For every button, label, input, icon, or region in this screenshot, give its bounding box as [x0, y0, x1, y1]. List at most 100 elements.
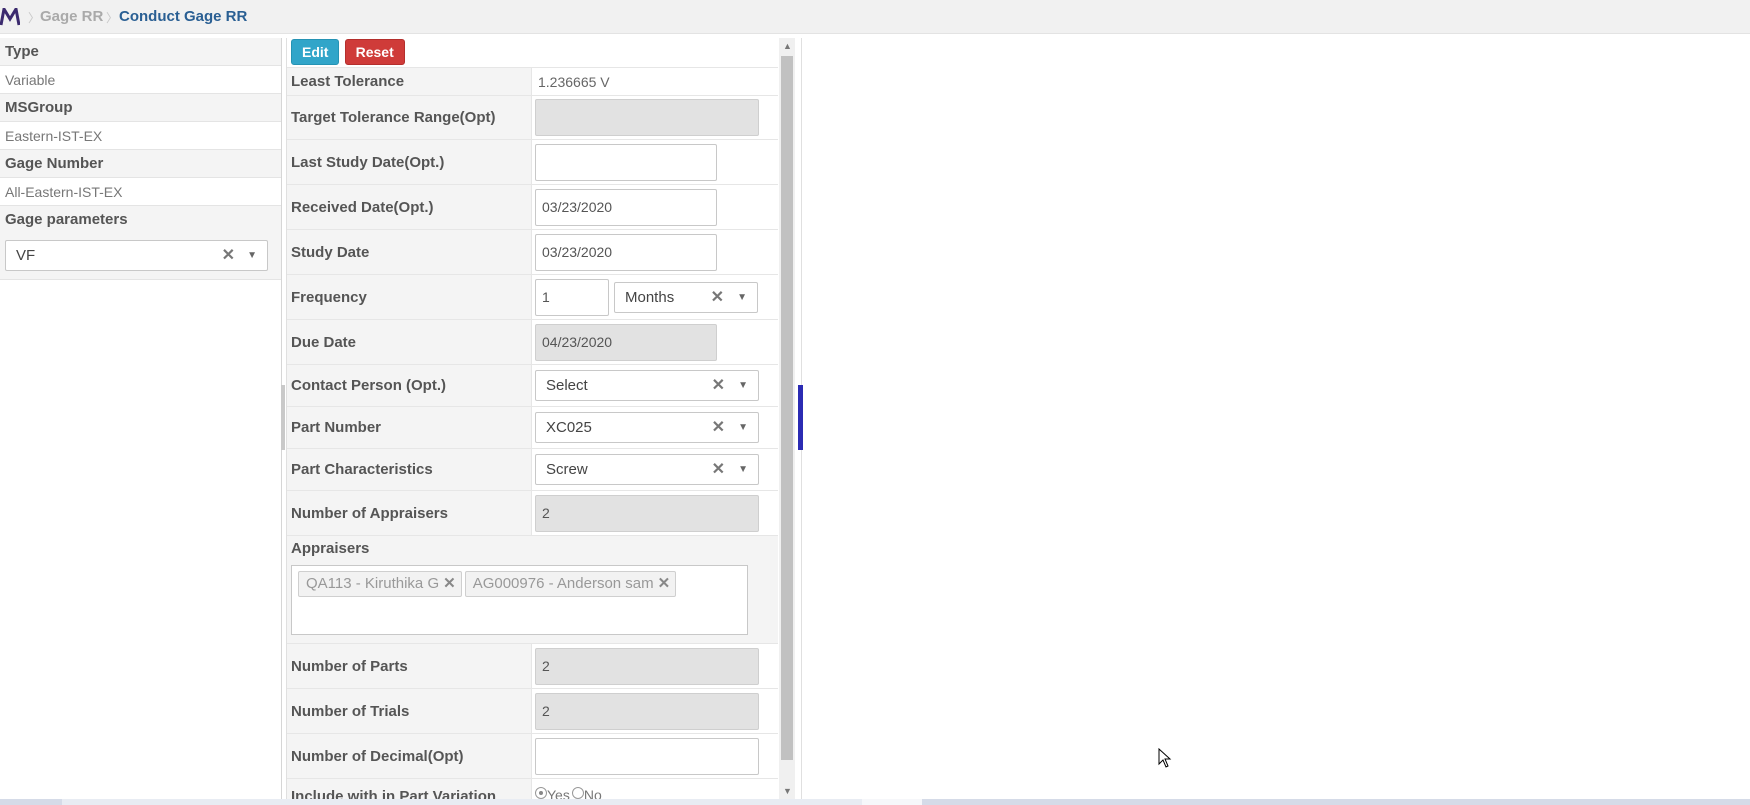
close-icon[interactable]: ✕ [658, 575, 671, 592]
contact-person-value: Select [546, 377, 588, 394]
last-study-date-field[interactable] [535, 143, 717, 181]
part-characteristics-label: Part Characteristics [287, 449, 532, 490]
form-scrollbar[interactable]: ▲ ▼ [779, 38, 795, 800]
breadcrumb-gage-rr[interactable]: Gage RR [40, 8, 103, 25]
study-date-row: Study Date 03/23/2020 [287, 229, 778, 274]
msgroup-label: MSGroup [0, 94, 281, 122]
panel-splitter-right[interactable] [798, 385, 803, 450]
close-icon[interactable]: ✕ [222, 241, 235, 270]
contact-person-select[interactable]: Select ✕ ▼ [535, 370, 759, 401]
type-value: Variable [0, 66, 281, 94]
app-logo[interactable] [0, 8, 20, 26]
part-number-select[interactable]: XC025 ✕ ▼ [535, 412, 759, 443]
contact-person-label: Contact Person (Opt.) [287, 365, 532, 406]
part-number-label: Part Number [287, 407, 532, 448]
horizontal-scrollbar[interactable] [0, 799, 1750, 805]
part-characteristics-row: Part Characteristics Screw ✕ ▼ [287, 448, 778, 490]
include-part-variation-row: Include with in Part Variation Yes No [287, 778, 778, 800]
due-date-field[interactable]: 04/23/2020 [535, 323, 717, 361]
appraiser-tag: QA113 - Kiruthika G ✕ [298, 571, 462, 597]
appraiser-tag-label: QA113 - Kiruthika G [306, 575, 440, 592]
gage-number-value: All-Eastern-IST-EX [0, 178, 281, 206]
close-icon[interactable]: ✕ [712, 413, 725, 442]
horizontal-scrollbar-thumb[interactable] [862, 799, 922, 805]
horizontal-scrollbar-track[interactable] [62, 799, 862, 805]
received-date-row: Received Date(Opt.) 03/23/2020 [287, 184, 778, 229]
appraisers-multiselect[interactable]: QA113 - Kiruthika G ✕ AG000976 - Anderson … [291, 565, 748, 635]
frequency-unit-select[interactable]: Months ✕ ▼ [614, 281, 758, 313]
study-date-field[interactable]: 03/23/2020 [535, 233, 717, 271]
appraiser-tag-label: AG000976 - Anderson sam [472, 575, 654, 592]
chevron-down-icon[interactable]: ▼ [247, 241, 257, 270]
number-of-appraisers-label: Number of Appraisers [287, 491, 532, 535]
due-date-row: Due Date 04/23/2020 [287, 319, 778, 364]
close-icon[interactable]: ✕ [712, 455, 725, 484]
number-of-appraisers-row: Number of Appraisers 2 [287, 490, 778, 535]
frequency-unit-value: Months [625, 288, 675, 306]
number-of-parts-label: Number of Parts [287, 644, 532, 688]
appraisers-container: QA113 - Kiruthika G ✕ AG000976 - Anderson … [287, 561, 778, 643]
number-of-decimal-row: Number of Decimal(Opt) [287, 733, 778, 778]
number-of-parts-row: Number of Parts 2 [287, 643, 778, 688]
breadcrumb-conduct-gage-rr: Conduct Gage RR [119, 8, 248, 25]
include-part-variation-label: Include with in Part Variation [287, 779, 532, 800]
least-tolerance-label: Least Tolerance [287, 68, 532, 95]
appraisers-label: Appraisers [287, 535, 778, 561]
least-tolerance-row: Least Tolerance 1.236665 V [287, 67, 778, 95]
number-of-trials-field[interactable]: 2 [535, 692, 759, 730]
least-tolerance-value: 1.236665 V [538, 73, 610, 90]
scrollbar-thumb[interactable] [781, 56, 793, 760]
breadcrumb-separator: 〉 [106, 11, 119, 25]
msgroup-value: Eastern-IST-EX [0, 122, 281, 150]
yes-radio[interactable] [535, 787, 547, 799]
part-characteristics-value: Screw [546, 461, 588, 478]
close-icon[interactable]: ✕ [712, 371, 725, 400]
target-tolerance-row: Target Tolerance Range(Opt) [287, 95, 778, 139]
contact-person-row: Contact Person (Opt.) Select ✕ ▼ [287, 364, 778, 406]
no-radio[interactable] [571, 787, 584, 799]
gage-parameters-label: Gage parameters [0, 206, 281, 234]
gage-parameters-container: VF ✕ ▼ [0, 234, 281, 280]
chevron-down-icon[interactable]: ▼ [738, 413, 748, 442]
breadcrumb-separator: 〉 [28, 11, 41, 25]
gage-parameters-value: VF [16, 247, 36, 264]
number-of-appraisers-field[interactable]: 2 [535, 494, 759, 532]
form-panel: Edit Reset Least Tolerance 1.236665 V Ta… [286, 38, 778, 800]
mouse-pointer-icon [1158, 748, 1172, 768]
number-of-parts-field[interactable]: 2 [535, 647, 759, 685]
appraiser-tag: AG000976 - Anderson sam ✕ [464, 571, 677, 597]
received-date-field[interactable]: 03/23/2020 [535, 188, 717, 226]
panel-splitter-left[interactable] [281, 385, 285, 450]
due-date-label: Due Date [287, 320, 532, 364]
type-label: Type [0, 38, 281, 66]
top-bar: 〉 Gage RR 〉 Conduct Gage RR [0, 0, 1750, 34]
chevron-down-icon[interactable]: ▼ [738, 455, 748, 484]
study-date-label: Study Date [287, 230, 532, 274]
target-tolerance-label: Target Tolerance Range(Opt) [287, 96, 532, 139]
number-of-decimal-field[interactable] [535, 737, 759, 775]
left-panel: Type Variable MSGroup Eastern-IST-EX Gag… [0, 38, 282, 805]
number-of-decimal-label: Number of Decimal(Opt) [287, 734, 532, 778]
form-toolbar: Edit Reset [287, 38, 778, 67]
frequency-row: Frequency 1 Months ✕ ▼ [287, 274, 778, 319]
chevron-down-icon[interactable]: ▼ [738, 371, 748, 400]
received-date-label: Received Date(Opt.) [287, 185, 532, 229]
number-of-trials-label: Number of Trials [287, 689, 532, 733]
last-study-date-row: Last Study Date(Opt.) [287, 139, 778, 184]
number-of-trials-row: Number of Trials 2 [287, 688, 778, 733]
scroll-up-icon[interactable]: ▲ [783, 41, 792, 51]
frequency-label: Frequency [287, 275, 532, 319]
part-number-value: XC025 [546, 419, 592, 436]
close-icon[interactable]: ✕ [711, 283, 724, 312]
target-tolerance-field[interactable] [535, 99, 759, 136]
chevron-down-icon[interactable]: ▼ [737, 283, 747, 312]
scroll-down-icon[interactable]: ▼ [783, 786, 792, 796]
frequency-value-field[interactable]: 1 [535, 278, 609, 316]
reset-button[interactable]: Reset [344, 39, 405, 65]
gage-parameters-select[interactable]: VF ✕ ▼ [5, 240, 268, 271]
edit-button[interactable]: Edit [291, 39, 340, 65]
part-number-row: Part Number XC025 ✕ ▼ [287, 406, 778, 448]
part-characteristics-select[interactable]: Screw ✕ ▼ [535, 454, 759, 485]
close-icon[interactable]: ✕ [443, 575, 456, 592]
last-study-date-label: Last Study Date(Opt.) [287, 140, 532, 184]
